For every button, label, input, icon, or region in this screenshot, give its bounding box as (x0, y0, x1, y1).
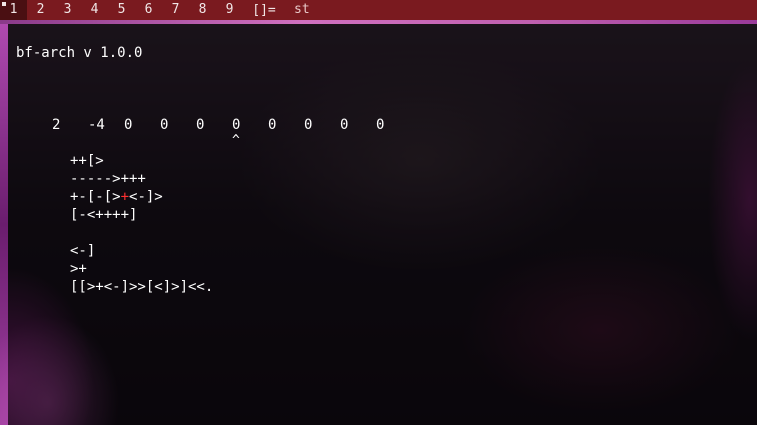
window-title: st (285, 0, 757, 20)
layout-symbol[interactable]: []= (243, 3, 285, 18)
tag-8[interactable]: 8 (189, 0, 216, 20)
code-line: [-<++++] (70, 207, 138, 223)
desktop: 1 2 3 4 5 6 7 8 9 []= st bf-arch v 1.0.0… (0, 0, 757, 425)
tag-4[interactable]: 4 (81, 0, 108, 20)
tag-7[interactable]: 7 (162, 0, 189, 20)
memory-cell: 0 (304, 117, 313, 133)
tag-9[interactable]: 9 (216, 0, 243, 20)
code-line: >+ (70, 261, 87, 277)
code-line: <-] (70, 243, 96, 259)
code-after-cursor: <-]> (129, 189, 163, 205)
code-before-cursor: +-[-[> (70, 189, 121, 205)
tag-6[interactable]: 6 (135, 0, 162, 20)
execution-cursor: + (120, 189, 130, 205)
code-line: [[>+<-]>>[<]>]<<. (70, 279, 214, 295)
code-line: ++[> (70, 153, 104, 169)
memory-cell: 2 (52, 117, 61, 133)
memory-cell: 0 (196, 117, 205, 133)
tag-1[interactable]: 1 (0, 0, 27, 20)
code-line-with-cursor: +-[-[>+<-]> (70, 188, 163, 206)
memory-cell: 0 (160, 117, 169, 133)
memory-pointer: ^ (232, 133, 240, 148)
memory-cell: 0 (268, 117, 277, 133)
status-bar: 1 2 3 4 5 6 7 8 9 []= st (0, 0, 757, 20)
memory-cell: 0 (124, 117, 133, 133)
memory-cell: -4 (88, 117, 105, 133)
memory-cell: 0 (340, 117, 349, 133)
terminal-window[interactable]: bf-arch v 1.0.0 2 -4 0 0 0 0 0 0 0 0 ^ +… (8, 24, 757, 425)
tag-2[interactable]: 2 (27, 0, 54, 20)
tag-5[interactable]: 5 (108, 0, 135, 20)
memory-cell: 0 (376, 117, 385, 133)
tag-3[interactable]: 3 (54, 0, 81, 20)
program-header: bf-arch v 1.0.0 (16, 45, 143, 61)
code-line: ----->+++ (70, 171, 146, 187)
